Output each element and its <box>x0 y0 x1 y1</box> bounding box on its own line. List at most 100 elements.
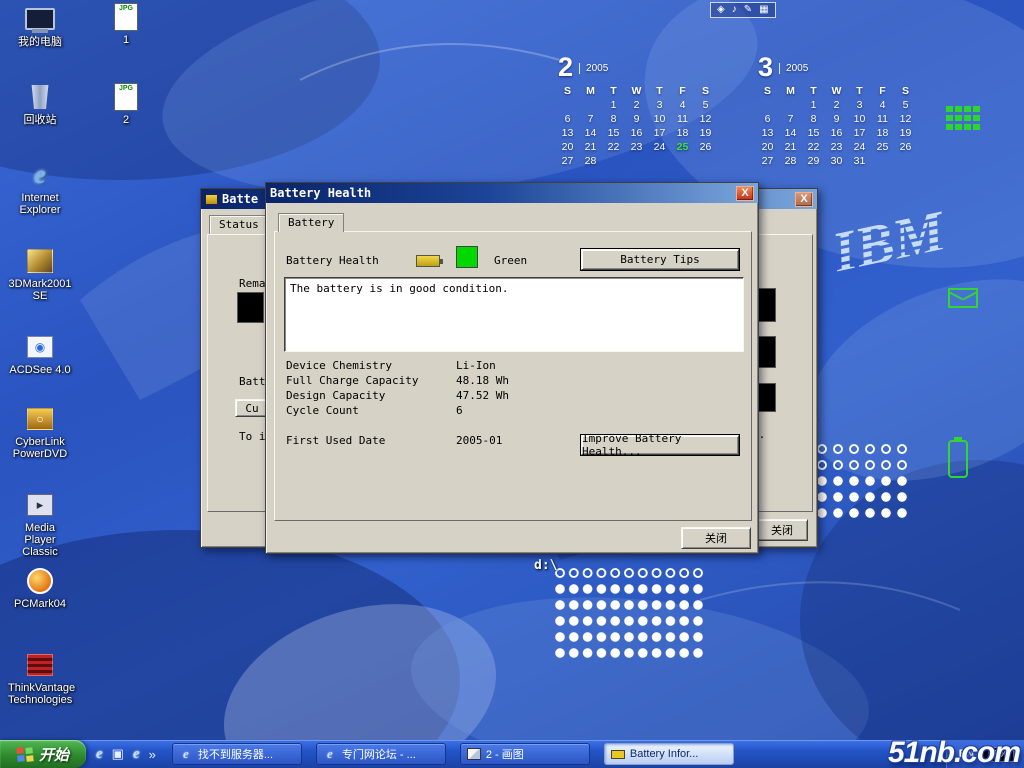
desktop-icon-acdsee[interactable]: ACDSee 4.0 <box>8 332 72 376</box>
taskbar-task-browser-1[interactable]: 找不到服务器... <box>172 743 302 765</box>
ie-quicklaunch-icon[interactable]: e <box>96 746 103 763</box>
calendar-day: 29 <box>802 154 825 168</box>
desktop-icon-label: 2 <box>94 114 158 126</box>
calendar-dow: S <box>694 84 717 98</box>
tab-status[interactable]: Status <box>209 215 269 234</box>
title-bar[interactable]: Battery Health X <box>266 183 758 203</box>
close-button-back[interactable]: 关闭 <box>756 519 808 541</box>
calendar-day: 7 <box>579 112 602 126</box>
pen-icon[interactable]: ✎ <box>744 5 752 15</box>
calendar-month-number: 3 <box>758 54 773 80</box>
calendar-day: 16 <box>625 126 648 140</box>
desktop-icon-label: Internet Explorer <box>8 192 72 216</box>
calendar-day: 10 <box>648 112 671 126</box>
battery-tips-button[interactable]: Battery Tips <box>581 249 739 270</box>
calendar-month-number: 2 <box>558 54 573 80</box>
desktop-icon-jpg-file-2[interactable]: 2 <box>94 82 158 126</box>
desktop-icon-label: ThinkVantage Technologies <box>8 682 72 706</box>
calendar-day: 19 <box>894 126 917 140</box>
tab-battery[interactable]: Battery <box>278 213 344 232</box>
health-status-text: Green <box>494 254 527 267</box>
calendar-empty-cell <box>648 154 671 168</box>
close-icon[interactable]: X <box>736 186 754 201</box>
calendar-day: 26 <box>894 140 917 154</box>
chevron-more-icon[interactable]: » <box>149 747 156 762</box>
calendar-march: 32005SMTWTFS1234567891011121314151617181… <box>756 54 917 168</box>
desktop-icon-recycle-bin[interactable]: 回收站 <box>8 82 72 126</box>
taskbar-task-battery-info[interactable]: Battery Infor... <box>604 743 734 765</box>
watermark: 51nb.com <box>888 736 1020 768</box>
close-button[interactable]: 关闭 <box>681 527 751 549</box>
desktop-icon-label: PCMark04 <box>8 598 72 610</box>
calendar-day: 7 <box>779 112 802 126</box>
battery-app-icon <box>205 194 218 205</box>
desktop-icon-internet-explorer[interactable]: Internet Explorer <box>8 160 72 216</box>
calendar-day: 19 <box>694 126 717 140</box>
calendar-day: 13 <box>756 126 779 140</box>
desktop-icon-3dmark2001-se[interactable]: 3DMark2001 SE <box>8 246 72 302</box>
calendar-day: 1 <box>802 98 825 112</box>
calendar-day: 15 <box>602 126 625 140</box>
calendar-dow: T <box>848 84 871 98</box>
desktop-icon-label: Media Player Classic <box>8 522 72 558</box>
task-label: Battery Infor... <box>630 748 698 760</box>
tb-battery-icon <box>611 747 625 761</box>
calendar-day: 10 <box>848 112 871 126</box>
calendar-day: 14 <box>779 126 802 140</box>
ie-icon <box>22 160 58 190</box>
taskbar-task-paint[interactable]: 2 - 画图 <box>460 743 590 765</box>
calendar-dow: T <box>802 84 825 98</box>
calendar-year: 2005 <box>579 63 608 74</box>
calendar-day: 31 <box>848 154 871 168</box>
improve-battery-health-button[interactable]: Improve Battery Health... <box>581 435 739 455</box>
keypad-grid-icon <box>946 106 982 132</box>
calendar-empty-cell <box>625 154 648 168</box>
calendar-dow: W <box>825 84 848 98</box>
show-desktop-icon[interactable]: ▣ <box>112 746 124 762</box>
desktop-icon-media-player-classic[interactable]: Media Player Classic <box>8 490 72 558</box>
window-title: Batte <box>222 192 258 206</box>
windows-flag-icon <box>16 746 34 763</box>
calendar-dow: S <box>894 84 917 98</box>
calendar-day: 30 <box>825 154 848 168</box>
calendar-day: 22 <box>602 140 625 154</box>
recycle-bin-icon <box>22 82 58 112</box>
taskbar-task-browser-2[interactable]: 专门网论坛 - ... <box>316 743 446 765</box>
calendar-empty-cell <box>579 98 602 112</box>
close-icon[interactable]: X <box>795 192 813 207</box>
calendar-empty-cell <box>871 154 894 168</box>
desktop-icon-label: CyberLink PowerDVD <box>8 436 72 460</box>
desktop-icon-my-computer[interactable]: 我的电脑 <box>8 4 72 48</box>
drive-label: d:\ <box>534 558 557 573</box>
volume-icon[interactable]: ◈ <box>717 5 725 15</box>
calendar-dow: F <box>871 84 894 98</box>
desktop-icon-label: 1 <box>94 34 158 46</box>
start-button[interactable]: 开始 <box>0 740 86 768</box>
desktop-icon-jpg-file-1[interactable]: 1 <box>94 2 158 46</box>
dots-pattern-outline-right <box>816 442 912 474</box>
desktop-icon-pcmark04[interactable]: PCMark04 <box>8 566 72 610</box>
desktop-icon-label: 3DMark2001 SE <box>8 278 72 302</box>
calendar-day: 8 <box>802 112 825 126</box>
keyboard-icon[interactable]: ▦ <box>759 5 768 15</box>
desktop-icon-label: ACDSee 4.0 <box>8 364 72 376</box>
sound-icon[interactable]: ♪ <box>732 5 737 15</box>
calendar-header: 3 2005 <box>758 54 917 80</box>
calendar-day: 23 <box>625 140 648 154</box>
current-button[interactable]: Cu <box>235 399 269 417</box>
dots-pattern-filled-right <box>816 474 912 522</box>
field-label: Cycle Count <box>286 404 456 419</box>
field-label: Design Capacity <box>286 389 456 404</box>
calendar-day: 3 <box>648 98 671 112</box>
browser-quicklaunch-icon[interactable]: e <box>133 746 140 763</box>
calendar-dow: F <box>671 84 694 98</box>
battery-icon <box>416 255 440 267</box>
calendar-day: 5 <box>694 98 717 112</box>
calendar-year: 2005 <box>779 63 808 74</box>
desktop-icon-cyberlink-powerdvd[interactable]: CyberLink PowerDVD <box>8 404 72 460</box>
desktop-icon-thinkvantage-technologies[interactable]: ThinkVantage Technologies <box>8 650 72 706</box>
calendar-day: 1 <box>602 98 625 112</box>
calendar-empty-cell <box>756 98 779 112</box>
field-value: 47.52 Wh <box>456 389 509 404</box>
calendar-day: 20 <box>556 140 579 154</box>
